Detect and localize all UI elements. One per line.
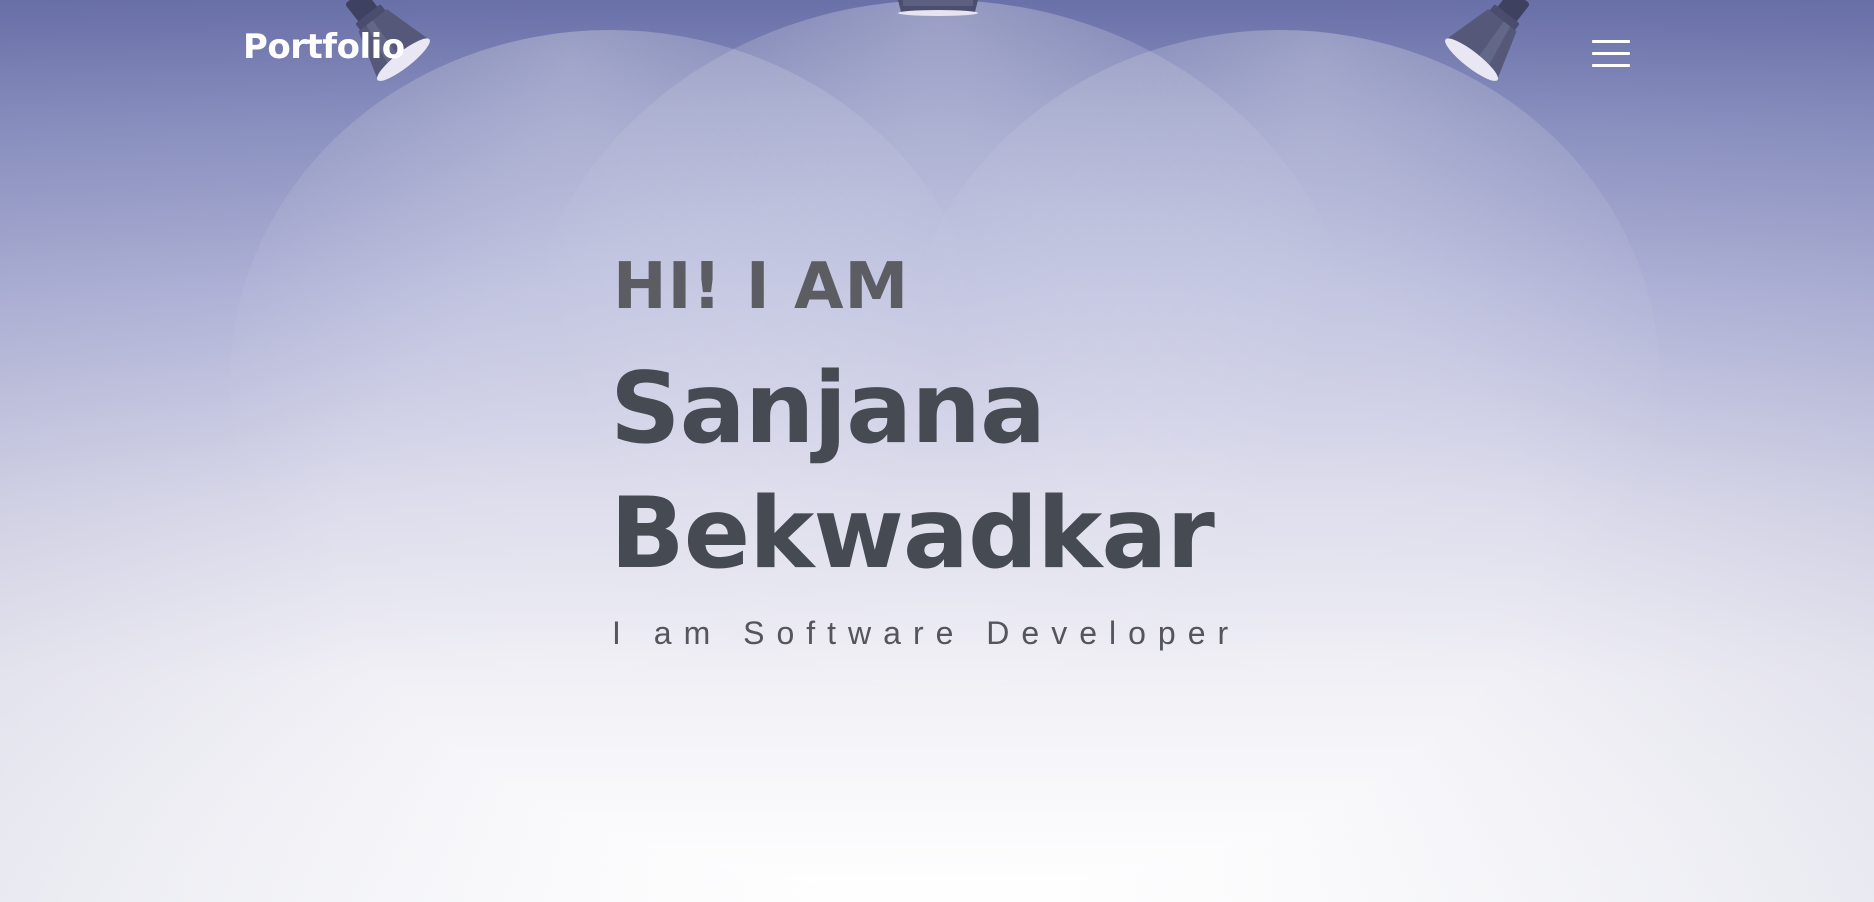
hero-last-name: Bekwadkar	[610, 477, 1215, 591]
hero-tagline: I am Software Developer	[612, 615, 1241, 651]
menu-bar	[1592, 40, 1630, 43]
hamburger-menu-icon[interactable]	[1592, 40, 1630, 70]
hero-section: HI! I AM Sanjana Bekwadkar I am Software…	[0, 0, 1874, 902]
menu-bar	[1592, 52, 1630, 55]
top-navbar: Portfolio	[0, 0, 1874, 110]
brand-logo-link[interactable]: Portfolio	[243, 30, 405, 64]
menu-bar	[1592, 64, 1630, 67]
hero-first-name: Sanjana	[610, 352, 1046, 466]
hero-greeting: HI! I AM	[613, 250, 910, 324]
